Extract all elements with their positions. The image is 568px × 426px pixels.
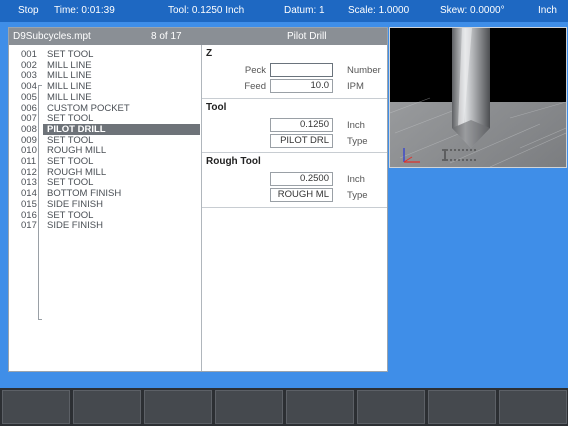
step-name: SET TOOL (47, 49, 94, 60)
drill-preview-image (390, 28, 566, 167)
step-position: 8 of 17 (151, 31, 182, 42)
step-number: 007 (21, 113, 37, 125)
step-number: 004 (21, 81, 37, 93)
softkey-button[interactable] (215, 390, 283, 424)
feed-input[interactable]: 10.0 (270, 79, 333, 93)
rough-tool-section-title: Rough Tool (206, 156, 261, 167)
peck-input[interactable] (270, 63, 333, 77)
program-filename: D9Subcycles.mpt (13, 31, 91, 42)
step-row[interactable]: 013 SET TOOL (9, 177, 201, 188)
tool-preview (389, 27, 567, 168)
program-panel: D9Subcycles.mpt 8 of 17 Pilot Drill 001 S… (8, 27, 388, 372)
softkey-button[interactable] (144, 390, 212, 424)
machine-mode: Stop (18, 5, 39, 16)
run-time: Time: 0:01:39 (54, 5, 115, 16)
step-name: MILL LINE (47, 59, 92, 71)
step-name: SIDE FINISH (47, 220, 103, 232)
softkey-button[interactable] (428, 390, 496, 424)
tool-type-input[interactable]: PILOT DRL (270, 134, 333, 148)
step-row[interactable]: 014 BOTTOM FINISH (9, 188, 201, 199)
step-title: Pilot Drill (287, 31, 327, 42)
feed-label: Feed (244, 81, 266, 92)
status-bar: Stop Time: 0:01:39 Tool: 0.1250 Inch Dat… (0, 0, 568, 22)
step-number: 016 (21, 209, 37, 221)
step-name: SET TOOL (47, 209, 94, 221)
softkey-button[interactable] (286, 390, 354, 424)
rough-tool-type-label: Type (347, 190, 368, 201)
step-name: PILOT DRILL (43, 123, 200, 135)
section-divider (202, 207, 387, 208)
tool-readout: Tool: 0.1250 Inch (168, 5, 245, 16)
feed-unit: IPM (347, 81, 364, 92)
step-name: MILL LINE (47, 70, 92, 82)
step-row[interactable]: 009 SET TOOL (9, 135, 201, 146)
step-name: SET TOOL (47, 156, 94, 167)
step-row[interactable]: 008 PILOT DRILL (9, 123, 201, 135)
step-name: SET TOOL (47, 134, 94, 146)
step-row[interactable]: 004 MILL LINE (9, 81, 201, 92)
step-number: 008 (21, 123, 37, 135)
rough-tool-diameter-input[interactable]: 0.2500 (270, 172, 333, 186)
scale-readout: Scale: 1.0000 (348, 5, 410, 16)
step-row[interactable]: 001 SET TOOL (9, 49, 201, 60)
step-number: 013 (21, 177, 37, 189)
units-readout: Inch (538, 5, 557, 16)
step-row[interactable]: 005 MILL LINE (9, 92, 201, 103)
step-parameters: Z Peck Number Feed 10.0 IPM Tool 0.1250 … (202, 45, 387, 371)
softkey-button[interactable] (357, 390, 425, 424)
step-row[interactable]: 011 SET TOOL (9, 156, 201, 167)
step-number: 002 (21, 59, 37, 71)
step-list[interactable]: 001 SET TOOL 002 MILL LINE 003 MILL LINE 004 MI… (9, 45, 202, 371)
step-row[interactable]: 012 ROUGH MILL (9, 167, 201, 178)
step-number: 014 (21, 188, 37, 200)
rough-tool-type-input[interactable]: ROUGH ML (270, 188, 333, 202)
step-name: SET TOOL (47, 177, 94, 189)
rough-tool-diameter-unit: Inch (347, 174, 365, 185)
section-divider (202, 98, 387, 99)
peck-label: Peck (244, 65, 266, 76)
step-number: 010 (21, 145, 37, 157)
step-number: 001 (21, 49, 37, 60)
softkey-button[interactable] (499, 390, 567, 424)
z-section-title: Z (206, 48, 213, 59)
step-row[interactable]: 006 CUSTOM POCKET (9, 103, 201, 114)
step-row[interactable]: 010 ROUGH MILL (9, 145, 201, 156)
softkey-bar (0, 388, 568, 426)
tool-type-label: Type (347, 136, 368, 147)
section-divider (202, 152, 387, 153)
step-row[interactable]: 003 MILL LINE (9, 70, 201, 81)
step-name: MILL LINE (47, 91, 92, 103)
step-number: 003 (21, 70, 37, 82)
tool-section-title: Tool (206, 102, 227, 113)
step-number: 005 (21, 91, 37, 103)
step-row[interactable]: 002 MILL LINE (9, 60, 201, 71)
step-name: SIDE FINISH (47, 198, 103, 210)
step-name: CUSTOM POCKET (47, 102, 130, 114)
program-header: D9Subcycles.mpt 8 of 17 Pilot Drill (9, 28, 387, 45)
step-name: MILL LINE (47, 81, 92, 93)
step-name: SET TOOL (47, 113, 94, 125)
softkey-button[interactable] (2, 390, 70, 424)
step-name: BOTTOM FINISH (47, 188, 122, 200)
step-name: ROUGH MILL (47, 145, 107, 157)
step-row[interactable]: 007 SET TOOL (9, 113, 201, 124)
step-row[interactable]: 017 SIDE FINISH (9, 220, 201, 231)
tool-diameter-unit: Inch (347, 120, 365, 131)
peck-unit: Number (347, 65, 381, 76)
step-name: ROUGH MILL (47, 166, 107, 178)
step-number: 006 (21, 102, 37, 114)
step-row[interactable]: 015 SIDE FINISH (9, 199, 201, 210)
datum-readout: Datum: 1 (284, 5, 325, 16)
step-row[interactable]: 016 SET TOOL (9, 210, 201, 221)
step-number: 009 (21, 134, 37, 146)
step-number: 012 (21, 166, 37, 178)
skew-readout: Skew: 0.0000° (440, 5, 505, 16)
step-number: 011 (21, 156, 37, 167)
tool-diameter-input[interactable]: 0.1250 (270, 118, 333, 132)
step-number: 017 (21, 220, 37, 232)
softkey-button[interactable] (73, 390, 141, 424)
step-number: 015 (21, 198, 37, 210)
